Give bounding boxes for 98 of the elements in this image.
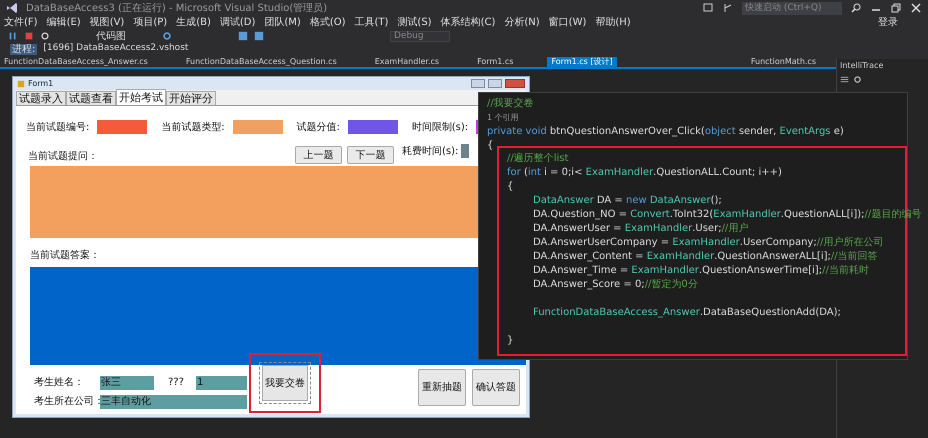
code-token: object [704,125,737,139]
document-tab[interactable]: Form1.cs [473,57,518,67]
field-label: 试题分值: [296,120,340,134]
code-token: (); [710,194,722,208]
code-token: i = 0;i< [544,166,584,180]
code-token: { [487,139,494,153]
code-token: Convert [630,208,670,222]
code-token: ExamHandler [646,250,714,264]
code-token: DA.Answer_Content = [533,250,645,264]
field-label: 时间限制(s): [412,120,468,134]
name-label: 考生姓名： [34,376,85,390]
field-label: 当前试题类型: [161,120,225,134]
menu-item[interactable]: 格式(O) [310,16,346,28]
action-button[interactable]: 确认答题 [472,369,520,406]
submit-button[interactable]: 我要交卷 [262,365,308,401]
name-field[interactable]: 张三 [100,376,154,390]
unknown-label: ??? [168,376,185,390]
code-token: } [507,334,514,348]
company-label: 考生所在公司： [34,394,100,409]
sign-in-link[interactable]: 登录 [878,15,898,30]
code-token: { [507,180,514,194]
elapsed-label: 耗费时间(s): [402,144,458,159]
nav-button[interactable]: 下一题 [347,146,394,164]
document-tab[interactable]: FunctionMath.cs [746,57,820,67]
reference-count: 1 个引用 [487,112,519,124]
menu-item[interactable]: 工具(T) [354,16,388,28]
number-field[interactable]: 1 [196,376,247,390]
company-field[interactable]: 三丰自动化 [100,394,247,408]
code-token: ExamHandler [586,166,654,180]
code-token: DataAnswer [533,194,595,208]
code-map-button[interactable]: 代码图 [96,28,126,44]
form-tab[interactable]: 开始考试 [116,89,166,105]
code-comment: //当前耗时 [822,264,869,278]
panel-title: IntelliTrace [840,60,884,72]
code-token: .ToInt32( [670,208,714,222]
code-token: ExamHandler [631,264,699,278]
code-comment: //遍历整个list [507,152,568,166]
code-token: private void [487,125,548,139]
form-title: Form1 [28,78,54,90]
process-label: 进程: [10,44,38,54]
menu-item[interactable]: 体系结构(C) [440,16,496,28]
code-token: ExamHandler [713,208,781,222]
code-token: .QuestionALL[i]); [780,208,865,222]
document-tab[interactable]: ExamHandler.cs [370,57,444,67]
code-comment: //我要交卷 [487,97,534,111]
code-comment: //用户所在公司 [816,236,884,250]
code-token: ExamHandler [672,236,740,250]
action-button[interactable]: 重新抽题 [418,369,466,406]
code-token: DA.Answer_Time = [533,264,630,278]
field-label: 当前试题编号: [26,120,90,134]
code-token: DA.AnswerUser = [533,222,623,236]
code-token: .User; [692,222,722,236]
code-token: DataAnswer [650,194,711,208]
document-tab[interactable]: Form1.cs [设计] [547,57,617,67]
question-label: 当前试题提问： [28,150,99,164]
code-token: sender, [738,125,778,139]
menu-item[interactable]: 分析(N) [504,16,540,28]
menu-item[interactable]: 团队(M) [264,16,301,28]
document-tab[interactable]: FunctionDataBaseAccess_Answer.cs [0,57,152,67]
code-token: btnQuestionAnswerOver_Click( [550,125,705,139]
code-token: int [528,166,542,180]
code-token: FunctionDataBaseAccess_Answer [533,306,700,320]
form-tab[interactable]: 开始评分 [166,91,216,105]
document-tab[interactable]: FunctionDataBaseAccess_Question.cs [182,57,341,67]
code-comment: //暂定为0分 [644,278,698,292]
code-token: DA.AnswerUserCompany = [533,236,670,250]
code-comment: //当前回答 [830,250,878,264]
menu-item[interactable]: 生成(B) [176,16,211,28]
code-token: DA.Question_NO = [533,208,628,222]
menu-item[interactable]: 项目(P) [133,16,168,28]
form-tab[interactable]: 试题录入 [16,91,66,105]
menu-item[interactable]: 测试(S) [397,16,432,28]
process-dropdown[interactable]: [1696] DataBaseAccess2.vshost [43,42,188,56]
menu-item[interactable]: 编辑(E) [46,16,81,28]
window-title: DataBaseAccess3 (正在运行) - Microsoft Visual Studio(管理员) [26,2,328,16]
code-comment: //用户 [722,222,748,236]
menu-item[interactable]: 文件(F) [4,16,38,28]
code-token: new [626,194,648,208]
form-tab[interactable]: 试题查看 [66,91,116,105]
code-token: ( [524,166,528,180]
code-token: .QuestionAnswerTime[i]; [698,264,822,278]
code-token: DA.Answer_Score = 0; [533,278,645,292]
menu-item[interactable]: 窗口(W) [548,16,586,28]
menu-item[interactable]: 视图(V) [90,16,124,28]
code-token: .QuestionALL.Count; i++) [653,166,782,180]
configuration-dropdown[interactable]: Debug [390,30,450,42]
code-token: .DataBaseQuestionAdd(DA); [700,306,841,320]
answer-label: 当前试题答案： [30,248,101,263]
menu-item[interactable]: 帮助(H) [595,16,631,28]
code-token: DA = [596,194,624,208]
code-token: .UserCompany; [740,236,817,250]
menu-item[interactable]: 调试(D) [220,16,256,28]
code-token: e) [834,125,844,139]
code-token: EventArgs [780,125,832,139]
code-token: .QuestionAnswerALL[i]; [714,250,831,264]
code-token: ExamHandler [624,222,692,236]
code-token: for [507,166,522,180]
nav-button[interactable]: 上一题 [295,146,342,164]
